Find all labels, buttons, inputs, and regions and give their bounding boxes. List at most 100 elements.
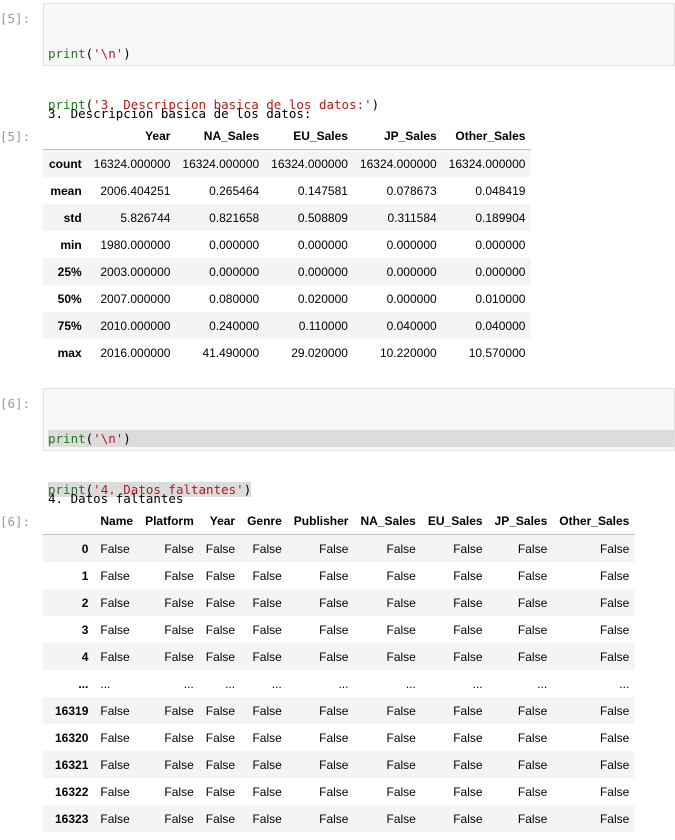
table-cell: False xyxy=(100,541,130,556)
table-row: std 5.826744 0.821658 0.508809 0.311584 0.189… xyxy=(43,204,532,231)
row-index: ... xyxy=(78,676,89,691)
cell-5-stdout: 3. Descripcion basica de los datos: xyxy=(48,106,312,121)
table-cell: ... xyxy=(271,676,282,691)
table-cell: 2003.000000 xyxy=(100,264,171,279)
cell-5-input-prompt: [5]: xyxy=(0,11,31,26)
table-row: max 2016.000000 41.490000 29.020000 10.22000… xyxy=(43,339,532,366)
table-row: 16321 False False False False False False False… xyxy=(43,751,636,778)
table-cell: 0.000000 xyxy=(386,237,437,252)
table-cell: 0.311584 xyxy=(387,210,437,225)
table-cell: False xyxy=(164,622,194,637)
table-row: .............................. xyxy=(43,670,636,697)
table-cell: False xyxy=(517,649,548,664)
table-cell: 0.000000 xyxy=(297,264,348,279)
table-cell: False xyxy=(453,703,483,718)
table-cell: False xyxy=(319,730,349,745)
table-row: 50% 2007.000000 0.080000 0.020000 0.000000 0.… xyxy=(43,285,532,312)
table-cell: False xyxy=(252,730,282,745)
table-cell: False xyxy=(599,541,630,556)
table-cell: False xyxy=(386,784,416,799)
table-cell: 0.078673 xyxy=(386,183,437,198)
table-cell: False xyxy=(453,595,483,610)
table-cell: False xyxy=(319,568,349,583)
table-cell: False xyxy=(517,541,548,556)
table-cell: ... xyxy=(338,676,349,691)
table-cell: 16324.000000 xyxy=(182,156,260,171)
table-cell: False xyxy=(205,649,236,664)
table-cell: 0.265464 xyxy=(209,183,260,198)
row-index: 16321 xyxy=(55,757,89,772)
column-header: EU_Sales xyxy=(265,122,354,150)
cell-6-output-prompt: [6]: xyxy=(0,514,31,529)
code-paren: ) xyxy=(123,431,131,446)
table-cell: 2006.404251 xyxy=(100,183,171,198)
table-cell: False xyxy=(599,568,630,583)
table-cell: False xyxy=(205,703,236,718)
row-index: 3 xyxy=(81,622,89,637)
cell-5-output-prompt: [5]: xyxy=(0,129,31,144)
table-cell: False xyxy=(164,541,194,556)
table-cell: False xyxy=(599,757,630,772)
table-cell: False xyxy=(252,568,282,583)
table-row: mean 2006.404251 0.265464 0.147581 0.078673 0… xyxy=(43,177,532,204)
code-line-1-selected: print('\n') xyxy=(48,430,674,447)
table-cell: False xyxy=(252,595,282,610)
row-index: 50% xyxy=(57,291,82,306)
row-index: 2 xyxy=(81,595,89,610)
table-row: 16319 False False False False False False False… xyxy=(43,697,636,724)
cell-6-code-editor[interactable]: print('\n') print('4. Datos faltantes') … xyxy=(43,388,675,548)
table-cell: 0.080000 xyxy=(209,291,260,306)
column-header: Publisher xyxy=(287,507,355,535)
table-cell: False xyxy=(164,811,194,826)
index-header xyxy=(43,122,88,150)
table-cell: False xyxy=(386,649,416,664)
table-cell: False xyxy=(386,595,416,610)
table-cell: False xyxy=(205,595,236,610)
column-header: JP_Sales xyxy=(353,122,443,150)
code-paren: ) xyxy=(243,482,252,497)
table-cell: 16324.000000 xyxy=(359,156,437,171)
column-header: Other_Sales xyxy=(442,122,532,150)
table-cell: 5.826744 xyxy=(120,210,171,225)
table-row: 2 False False False False False False False Fals… xyxy=(43,589,636,616)
row-index: 16319 xyxy=(55,703,89,718)
table-cell: False xyxy=(517,730,548,745)
table-cell: 0.000000 xyxy=(297,237,348,252)
column-header: Year xyxy=(199,507,242,535)
table-cell: 0.821658 xyxy=(209,210,260,225)
table-cell: 0.189904 xyxy=(475,210,526,225)
table-cell: False xyxy=(252,703,282,718)
table-cell: False xyxy=(252,757,282,772)
table-cell: False xyxy=(205,811,236,826)
table-cell: ... xyxy=(405,676,416,691)
table-cell: False xyxy=(164,568,194,583)
table-cell: False xyxy=(319,595,349,610)
table-cell: 2010.000000 xyxy=(100,318,171,333)
cell-5-code-editor[interactable]: print('\n') print('3. Descripcion basica… xyxy=(43,3,675,163)
table-cell: False xyxy=(386,541,416,556)
row-index: max xyxy=(57,345,82,360)
table-cell: 16324.000000 xyxy=(448,156,526,171)
table-cell: False xyxy=(205,730,236,745)
table-cell: False xyxy=(252,622,282,637)
table-cell: False xyxy=(205,757,236,772)
table-cell: False xyxy=(599,649,630,664)
table-row: 16320 False False False False False False False… xyxy=(43,724,636,751)
table-row: min 1980.000000 0.000000 0.000000 0.000000 0.… xyxy=(43,231,532,258)
table-cell: 0.040000 xyxy=(475,318,526,333)
table-cell: False xyxy=(453,730,483,745)
table-cell: False xyxy=(164,595,194,610)
table-cell: False xyxy=(100,703,130,718)
table-header-row: Year NA_Sales EU_Sales JP_Sales Other_Sales xyxy=(43,122,532,150)
table-cell: False xyxy=(319,811,349,826)
table-row: 1 False False False False False False False Fals… xyxy=(43,562,636,589)
table-cell: False xyxy=(453,811,483,826)
table-cell: False xyxy=(599,811,630,826)
table-cell: False xyxy=(319,622,349,637)
table-cell: False xyxy=(205,568,236,583)
table-cell: False xyxy=(319,649,349,664)
table-cell: 10.570000 xyxy=(468,345,526,360)
row-index: 75% xyxy=(57,318,82,333)
table-cell: 1980.000000 xyxy=(100,237,171,252)
table-row: count 16324.000000 16324.000000 16324.00000… xyxy=(43,149,532,177)
